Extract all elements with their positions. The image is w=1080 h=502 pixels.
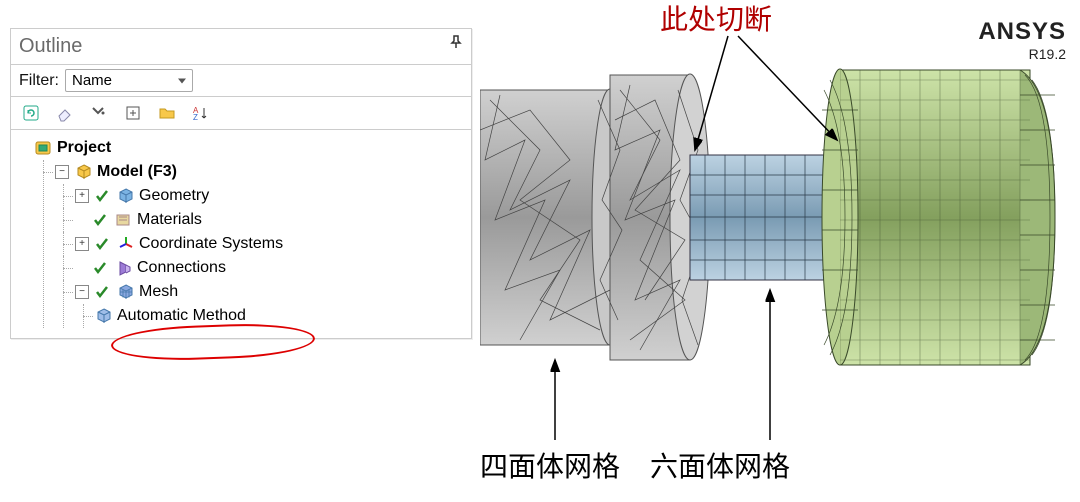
annot-hex: 六面体网格 bbox=[650, 445, 790, 485]
toolbar-sort-icon[interactable]: AZ bbox=[189, 101, 213, 125]
filter-dropdown[interactable]: Name bbox=[65, 69, 193, 92]
tree-model-label: Model (F3) bbox=[97, 160, 177, 184]
check-icon bbox=[95, 187, 113, 205]
tree-materials-label: Materials bbox=[137, 208, 202, 232]
svg-text:Z: Z bbox=[193, 113, 198, 122]
project-icon bbox=[35, 139, 53, 157]
check-icon bbox=[93, 211, 111, 229]
tree-mesh-label: Mesh bbox=[139, 280, 178, 304]
connections-icon bbox=[115, 259, 133, 277]
pin-icon[interactable] bbox=[449, 35, 463, 54]
tree-connections-label: Connections bbox=[137, 256, 226, 280]
collapse-icon[interactable]: − bbox=[75, 285, 89, 299]
toolbar: AZ bbox=[11, 97, 471, 130]
materials-icon bbox=[115, 211, 133, 229]
annot-tet: 四面体网格 bbox=[480, 445, 620, 485]
check-icon bbox=[93, 259, 111, 277]
tree-coord[interactable]: + Coordinate Systems bbox=[75, 232, 467, 256]
tree-automethod-label: Automatic Method bbox=[117, 304, 246, 328]
mesh-method-icon bbox=[95, 307, 113, 325]
check-icon bbox=[95, 235, 113, 253]
mesh-icon bbox=[117, 283, 135, 301]
toolbar-expand-icon[interactable] bbox=[121, 101, 145, 125]
outline-panel: Outline Filter: Name AZ bbox=[10, 28, 472, 339]
tree-geometry[interactable]: + Geometry bbox=[75, 184, 467, 208]
tree-coord-label: Coordinate Systems bbox=[139, 232, 283, 256]
tree-automethod[interactable]: Automatic Method bbox=[95, 304, 467, 328]
tree-model[interactable]: − Model (F3) bbox=[55, 160, 467, 184]
toolbar-erase-icon[interactable] bbox=[53, 101, 77, 125]
tree-materials[interactable]: Materials bbox=[75, 208, 467, 232]
viewport[interactable]: ANSYS R19.2 bbox=[480, 0, 1080, 502]
filter-label: Filter: bbox=[19, 72, 59, 90]
outline-title-bar: Outline bbox=[11, 29, 471, 65]
expand-icon[interactable]: + bbox=[75, 237, 89, 251]
expand-icon[interactable]: + bbox=[75, 189, 89, 203]
check-icon bbox=[95, 283, 113, 301]
outline-title-text: Outline bbox=[19, 35, 82, 57]
geometry-icon bbox=[117, 187, 135, 205]
tree-connections[interactable]: Connections bbox=[75, 256, 467, 280]
tree-geometry-label: Geometry bbox=[139, 184, 209, 208]
tree-mesh[interactable]: − Mesh bbox=[75, 280, 467, 304]
toolbar-folder-icon[interactable] bbox=[155, 101, 179, 125]
tree-project[interactable]: Project bbox=[35, 136, 467, 160]
toolbar-refresh-icon[interactable] bbox=[19, 101, 43, 125]
toolbar-filter-icon[interactable] bbox=[87, 101, 111, 125]
collapse-icon[interactable]: − bbox=[55, 165, 69, 179]
annotation-arrows bbox=[480, 0, 1080, 502]
model-icon bbox=[75, 163, 93, 181]
axes-icon bbox=[117, 235, 135, 253]
filter-row: Filter: Name bbox=[11, 65, 471, 97]
filter-dropdown-value: Name bbox=[72, 72, 112, 89]
tree-project-label: Project bbox=[57, 136, 111, 160]
outline-tree[interactable]: Project − Model (F3) + bbox=[11, 130, 471, 338]
